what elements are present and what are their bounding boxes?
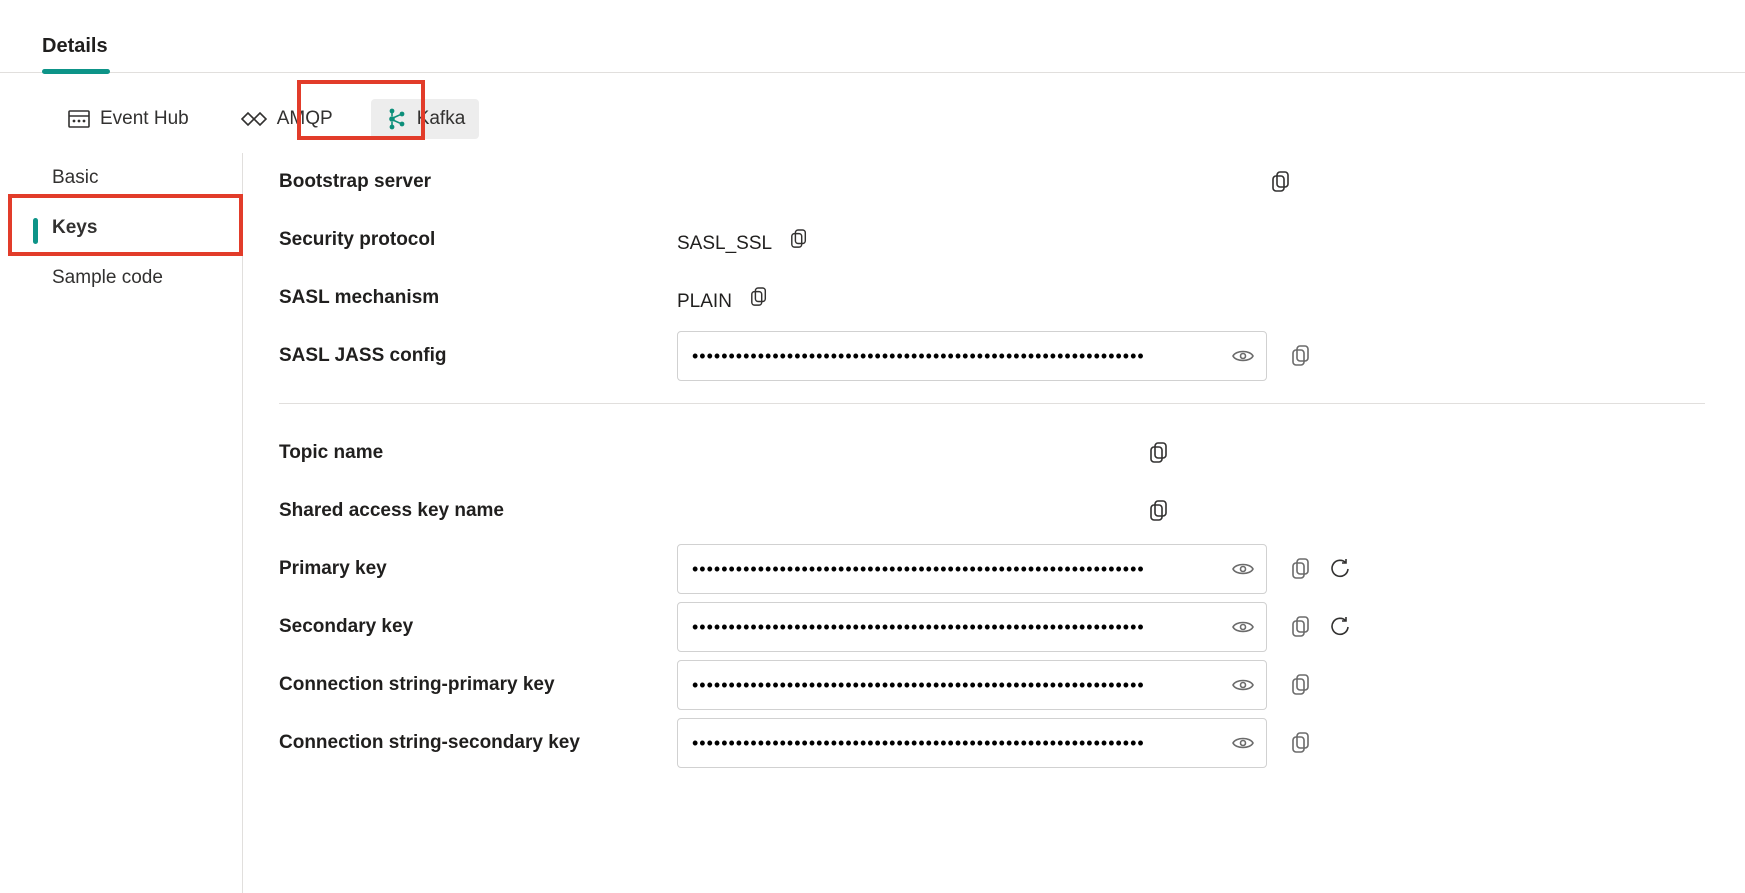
copy-icon (1291, 732, 1311, 754)
label-bootstrap-server: Bootstrap server (279, 171, 677, 193)
kafka-icon (385, 107, 407, 131)
protocol-tab-kafka[interactable]: Kafka (371, 99, 480, 139)
copy-icon (1271, 171, 1291, 193)
label-sasl-mechanism: SASL mechanism (279, 287, 677, 309)
copy-connection-string-secondary-button[interactable] (1287, 729, 1315, 757)
label-connection-string-secondary: Connection string-secondary key (279, 732, 677, 754)
input-connection-string-secondary[interactable] (677, 718, 1267, 768)
eye-icon (1232, 349, 1254, 363)
row-security-protocol: Security protocol SASL_SSL (279, 211, 1705, 269)
copy-sasl-mechanism-button[interactable] (745, 283, 773, 311)
eye-icon (1232, 562, 1254, 576)
reveal-primary-key-button[interactable] (1231, 557, 1255, 581)
sidebar-item-keys[interactable]: Keys (0, 203, 242, 253)
amqp-icon (241, 111, 267, 127)
reveal-sasl-jass-config-button[interactable] (1231, 344, 1255, 368)
top-tab-strip: Details (0, 0, 1745, 73)
tab-details[interactable]: Details (42, 35, 108, 72)
eye-icon (1232, 678, 1254, 692)
refresh-icon (1328, 616, 1350, 638)
copy-security-protocol-button[interactable] (785, 225, 813, 253)
input-secondary-key[interactable] (677, 602, 1267, 652)
copy-connection-string-primary-button[interactable] (1287, 671, 1315, 699)
label-security-protocol: Security protocol (279, 229, 677, 251)
protocol-tab-label: Kafka (417, 108, 466, 130)
eye-icon (1232, 736, 1254, 750)
reveal-secondary-key-button[interactable] (1231, 615, 1255, 639)
copy-icon (1291, 558, 1311, 580)
reveal-connection-string-secondary-button[interactable] (1231, 731, 1255, 755)
value-sasl-mechanism: PLAIN (677, 283, 1267, 313)
keys-content-panel: Bootstrap server Security protocol SASL_… (243, 153, 1745, 893)
copy-icon (1291, 616, 1311, 638)
side-nav: Basic Keys Sample code (0, 153, 243, 893)
copy-icon (1291, 674, 1311, 696)
sidebar-item-sample-code[interactable]: Sample code (0, 253, 242, 303)
input-primary-key[interactable] (677, 544, 1267, 594)
row-sasl-jass-config: SASL JASS config (279, 327, 1705, 385)
row-primary-key: Primary key (279, 540, 1705, 598)
copy-icon (1149, 500, 1169, 522)
value-security-protocol: SASL_SSL (677, 225, 1267, 255)
label-shared-access-key-name: Shared access key name (279, 500, 677, 522)
copy-shared-access-key-name-button[interactable] (1145, 497, 1173, 525)
input-sasl-jass-config[interactable] (677, 331, 1267, 381)
row-connection-string-primary: Connection string-primary key (279, 656, 1705, 714)
label-secondary-key: Secondary key (279, 616, 677, 638)
row-topic-name: Topic name (279, 424, 1705, 482)
row-sasl-mechanism: SASL mechanism PLAIN (279, 269, 1705, 327)
regenerate-secondary-key-button[interactable] (1325, 613, 1353, 641)
copy-bootstrap-server-button[interactable] (1267, 168, 1295, 196)
input-connection-string-primary[interactable] (677, 660, 1267, 710)
row-secondary-key: Secondary key (279, 598, 1705, 656)
copy-sasl-jass-config-button[interactable] (1287, 342, 1315, 370)
eventhub-icon (68, 110, 90, 128)
sidebar-item-basic[interactable]: Basic (0, 153, 242, 203)
copy-icon (750, 287, 768, 307)
row-bootstrap-server: Bootstrap server (279, 153, 1705, 211)
copy-icon (790, 229, 808, 249)
protocol-tab-eventhub[interactable]: Event Hub (54, 100, 203, 138)
label-primary-key: Primary key (279, 558, 677, 580)
row-shared-access-key-name: Shared access key name (279, 482, 1705, 540)
label-connection-string-primary: Connection string-primary key (279, 674, 677, 696)
protocol-tab-strip: Event Hub AMQP (0, 73, 1745, 147)
eye-icon (1232, 620, 1254, 634)
row-connection-string-secondary: Connection string-secondary key (279, 714, 1705, 772)
label-topic-name: Topic name (279, 442, 677, 464)
regenerate-primary-key-button[interactable] (1325, 555, 1353, 583)
copy-icon (1291, 345, 1311, 367)
reveal-connection-string-primary-button[interactable] (1231, 673, 1255, 697)
copy-primary-key-button[interactable] (1287, 555, 1315, 583)
section-divider (279, 403, 1705, 404)
copy-secondary-key-button[interactable] (1287, 613, 1315, 641)
protocol-tab-amqp[interactable]: AMQP (227, 100, 347, 138)
label-sasl-jass-config: SASL JASS config (279, 345, 677, 367)
copy-topic-name-button[interactable] (1145, 439, 1173, 467)
protocol-tab-label: Event Hub (100, 108, 189, 130)
protocol-tab-label: AMQP (277, 108, 333, 130)
refresh-icon (1328, 558, 1350, 580)
copy-icon (1149, 442, 1169, 464)
